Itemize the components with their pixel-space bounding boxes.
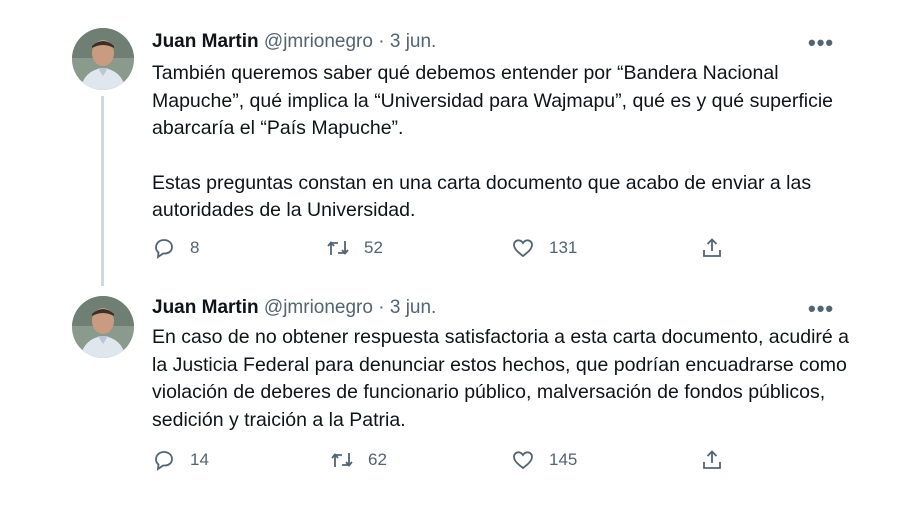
reply-button[interactable]: 14 [152, 448, 209, 472]
reply-icon [155, 451, 173, 471]
share-icon [703, 450, 721, 469]
tweet-header: Juan Martin @jmrionegro · 3 jun. [152, 297, 436, 319]
tweet-actions: 8 52 131 [152, 236, 752, 266]
author-name[interactable]: Juan Martin [152, 31, 259, 52]
heart-icon [513, 239, 533, 258]
retweet-button[interactable]: 52 [326, 236, 383, 260]
retweet-icon [331, 453, 353, 467]
avatar-photo [72, 28, 134, 90]
tweet-paragraph: Estas preguntas constan en una carta doc… [152, 171, 812, 222]
tweet-header: Juan Martin @jmrionegro · 3 jun. [152, 31, 436, 53]
retweet-count: 62 [368, 450, 387, 469]
author-handle[interactable]: @jmrionegro [264, 31, 373, 52]
author-handle[interactable]: @jmrionegro [264, 297, 373, 318]
like-count: 131 [549, 238, 578, 257]
tweet-actions: 14 62 145 [152, 448, 752, 478]
like-count: 145 [549, 450, 578, 469]
tweet-paragraph: En caso de no obtener respuesta satisfac… [152, 326, 850, 431]
avatar[interactable] [72, 28, 134, 90]
share-icon [703, 238, 721, 257]
retweet-button[interactable]: 62 [330, 448, 387, 472]
reply-count: 14 [190, 450, 209, 469]
thread-connector-line [101, 96, 104, 286]
retweet-icon [327, 241, 349, 255]
heart-icon [513, 451, 533, 470]
share-button[interactable] [700, 236, 724, 260]
like-button[interactable]: 131 [511, 236, 577, 260]
tweet-text: También queremos saber qué debemos enten… [152, 60, 852, 225]
avatar[interactable] [72, 296, 134, 358]
avatar-photo [72, 296, 134, 358]
more-icon[interactable]: ••• [808, 32, 834, 54]
author-name[interactable]: Juan Martin [152, 297, 259, 318]
reply-icon [155, 239, 173, 259]
tweet-date[interactable]: 3 jun. [390, 31, 436, 52]
more-icon[interactable]: ••• [808, 298, 834, 320]
reply-count: 8 [190, 238, 200, 257]
separator-dot: · [378, 297, 385, 318]
share-button[interactable] [700, 448, 724, 472]
retweet-count: 52 [364, 238, 383, 257]
tweet-paragraph: También queremos saber qué debemos enten… [152, 62, 834, 139]
separator-dot: · [378, 31, 385, 52]
tweet-date[interactable]: 3 jun. [390, 297, 436, 318]
reply-button[interactable]: 8 [152, 236, 199, 260]
tweet-text: En caso de no obtener respuesta satisfac… [152, 324, 852, 434]
like-button[interactable]: 145 [511, 448, 577, 472]
